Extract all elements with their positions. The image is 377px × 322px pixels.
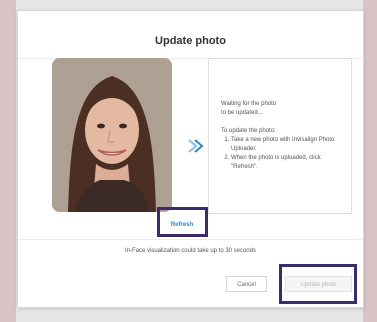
- refresh-highlight-box: [157, 207, 208, 237]
- instructions-heading: To update the photo:: [221, 128, 276, 134]
- chevron-right-icon: [186, 136, 206, 156]
- update-photo-highlight-box: [279, 264, 357, 304]
- instruction-step-2: When the photo is uploaded, click "Refre…: [231, 154, 345, 172]
- patient-photo: [52, 58, 172, 212]
- instructions-steps: Take a new photo with Invisalign Photo U…: [221, 136, 345, 172]
- dialog-title: Update photo: [155, 35, 226, 47]
- waiting-line-2: to be updated...: [221, 110, 263, 116]
- backdrop-left: [0, 0, 16, 322]
- backdrop-right: [363, 0, 377, 322]
- instructions-panel: Waiting for the photo to be updated... T…: [208, 58, 352, 214]
- cancel-button[interactable]: Cancel: [226, 276, 267, 292]
- footer-divider: [18, 239, 363, 240]
- waiting-line-1: Waiting for the photo: [221, 101, 277, 107]
- instruction-step-1: Take a new photo with Invisalign Photo U…: [231, 136, 345, 154]
- instructions-text: Waiting for the photo to be updated... T…: [221, 100, 345, 172]
- update-photo-dialog: Update photo Waiting for the photo to be…: [17, 10, 364, 308]
- visualization-note: In-Face visualization could take up to 3…: [124, 248, 257, 254]
